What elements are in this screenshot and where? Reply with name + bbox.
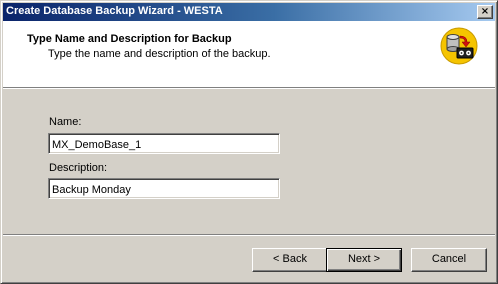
description-field[interactable] [48,178,280,199]
close-icon: × [480,6,490,17]
next-button[interactable]: Next > [326,248,402,272]
footer-divider [3,234,495,236]
cancel-button[interactable]: Cancel [411,248,487,272]
name-field[interactable] [48,133,280,154]
page-subtitle: Type the name and description of the bac… [48,48,271,60]
back-button[interactable]: < Back [252,248,328,272]
wizard-window: Create Database Backup Wizard - WESTA × … [0,0,498,284]
header-divider [3,87,495,89]
back-button-label: < Back [273,253,307,265]
title-bar[interactable]: Create Database Backup Wizard - WESTA × [3,3,495,21]
name-label: Name: [49,116,82,128]
description-label: Description: [49,162,108,174]
next-button-label: Next > [347,253,381,265]
close-button[interactable]: × [477,5,493,19]
database-backup-tape-icon [440,27,478,65]
page-title: Type Name and Description for Backup [27,33,232,45]
window-title: Create Database Backup Wizard - WESTA [6,5,223,17]
cancel-button-label: Cancel [431,253,467,265]
wizard-header: Type Name and Description for Backup Typ… [3,21,495,87]
